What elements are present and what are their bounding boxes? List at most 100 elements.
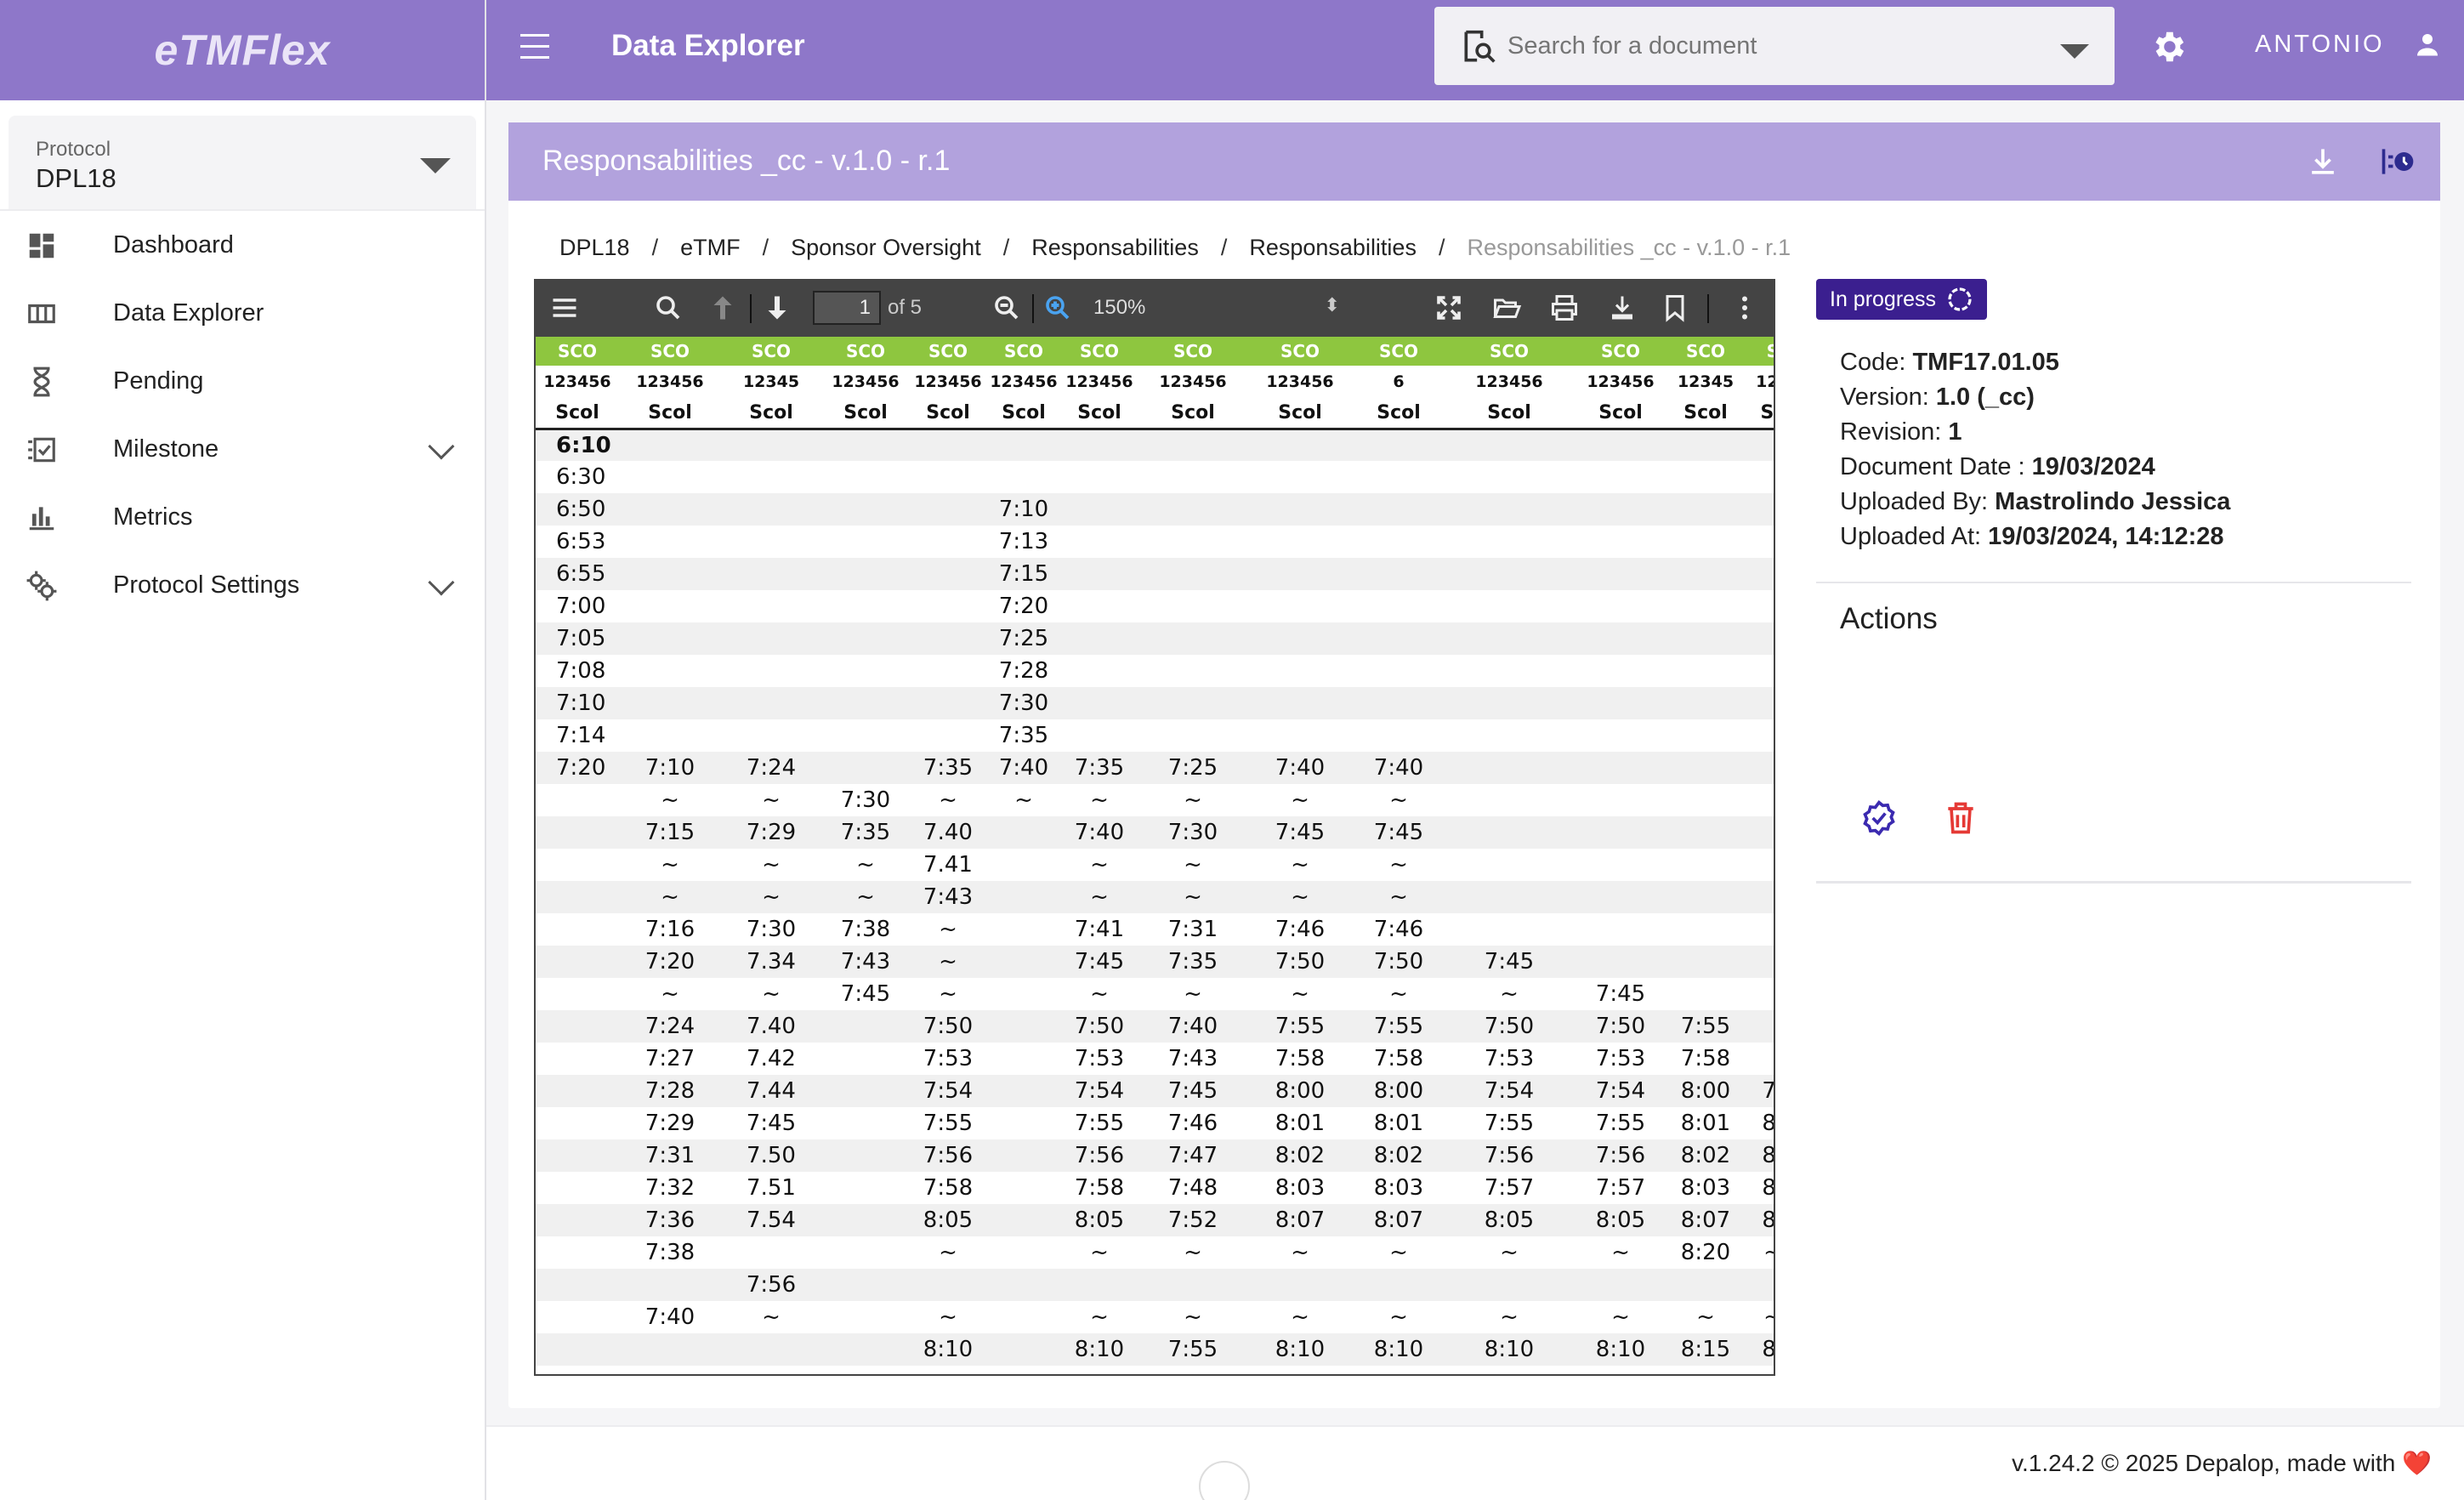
- table-cell: 8:10: [1352, 1333, 1445, 1366]
- gear-icon[interactable]: [2149, 27, 2188, 66]
- sidebar-item-label: Data Explorer: [113, 298, 264, 327]
- fullscreen-icon[interactable]: [1434, 293, 1464, 323]
- table-cell: [619, 590, 721, 622]
- breadcrumb-separator: /: [762, 235, 769, 260]
- save-icon[interactable]: [1607, 293, 1638, 323]
- breadcrumb-item[interactable]: Responsabilities: [1249, 235, 1417, 261]
- zoom-out-icon[interactable]: [991, 293, 1022, 323]
- search-icon[interactable]: [653, 293, 684, 323]
- person-icon[interactable]: [2412, 29, 2443, 60]
- table-cell: 7:16: [644, 917, 695, 942]
- table-cell: 123: [1756, 372, 1774, 391]
- breadcrumb-item[interactable]: eTMF: [680, 235, 741, 261]
- table-cell: [1668, 946, 1743, 978]
- table-cell: [1248, 558, 1352, 590]
- table-cell: [1445, 913, 1573, 946]
- dashboard-icon: [29, 233, 54, 259]
- table-cell: [1573, 590, 1668, 622]
- sidebar-item-dashboard[interactable]: Dashboard: [0, 211, 485, 279]
- table-cell: 7:13: [998, 529, 1049, 554]
- table-row: 7:24 7.40 7:50 7:50 7:40 7:55 7:55 7:50 7:50 7:55: [536, 1010, 1774, 1043]
- table-cell: 12345: [1677, 372, 1734, 391]
- table-cell: 123456: [1266, 372, 1334, 391]
- table-cell: [821, 1204, 910, 1236]
- table-cell: 8:05: [1573, 1204, 1668, 1236]
- table-cell: 7.34: [721, 946, 821, 978]
- table-cell: 7:57: [1484, 1175, 1535, 1201]
- table-row: 7:08 7:28: [536, 655, 1774, 687]
- arrow-down-icon[interactable]: [762, 293, 792, 323]
- breadcrumb-item[interactable]: DPL18: [559, 235, 630, 261]
- open-folder-icon[interactable]: [1491, 293, 1522, 323]
- document-search[interactable]: [1434, 7, 2115, 85]
- table-cell: [619, 687, 721, 719]
- milestone-icon: [28, 437, 55, 463]
- page-number-input[interactable]: [813, 291, 881, 325]
- table-cell: ~: [1184, 1304, 1202, 1330]
- table-cell: 7:10: [986, 493, 1061, 526]
- sidebar-item-metrics[interactable]: Metrics: [0, 483, 485, 551]
- menu-icon[interactable]: [520, 34, 549, 67]
- table-cell: [910, 687, 986, 719]
- zoom-select[interactable]: 150% ⬍: [1093, 291, 1348, 325]
- table-cell: 7:58: [1373, 1046, 1424, 1071]
- table-cell: ~: [1389, 1304, 1408, 1330]
- sidebar-item-data-explorer[interactable]: Data Explorer: [0, 279, 485, 347]
- table-cell: 7:58: [1680, 1046, 1731, 1071]
- bookmark-icon[interactable]: [1660, 293, 1690, 323]
- table-cell: [536, 784, 619, 816]
- sidebar-item-protocol-settings[interactable]: Protocol Settings: [0, 551, 485, 619]
- breadcrumb-item[interactable]: Responsabilities: [1031, 235, 1199, 261]
- table-cell: 8:10: [1445, 1333, 1573, 1366]
- table-cell: 7:35: [1138, 946, 1248, 978]
- sidebar-item-pending[interactable]: Pending: [0, 347, 485, 415]
- more-vertical-icon[interactable]: [1729, 293, 1760, 323]
- table-cell: 7:46: [1373, 917, 1424, 942]
- search-input[interactable]: [1507, 24, 2052, 68]
- table-cell: [1445, 849, 1573, 881]
- zoom-in-icon[interactable]: [1042, 293, 1073, 323]
- print-icon[interactable]: [1549, 293, 1580, 323]
- table-cell: 8:07: [1668, 1204, 1743, 1236]
- table-cell: ~: [1291, 852, 1309, 878]
- chevron-down-icon[interactable]: [428, 433, 455, 460]
- table-cell: Sc: [1743, 398, 1774, 430]
- table-cell: 7:08: [556, 658, 606, 684]
- table-cell: 7:57: [1595, 1175, 1646, 1201]
- breadcrumb-item[interactable]: Sponsor Oversight: [791, 235, 981, 261]
- metadata-code: Code: TMF17.01.05: [1840, 349, 2059, 376]
- table-cell: [1445, 461, 1573, 493]
- sidebar-item-milestone[interactable]: Milestone: [0, 415, 485, 483]
- table-cell: [1573, 687, 1668, 719]
- version-history-icon[interactable]: [2379, 143, 2416, 180]
- chevron-down-icon[interactable]: [428, 569, 455, 596]
- table-cell: [1668, 622, 1743, 655]
- table-cell: 6: [1393, 372, 1405, 391]
- brand-logo[interactable]: eTMFlex: [0, 0, 485, 100]
- table-cell: [1138, 1269, 1248, 1301]
- sidebar-toggle-icon[interactable]: [549, 293, 580, 323]
- verified-badge-icon[interactable]: [1860, 799, 1898, 837]
- download-icon[interactable]: [2304, 143, 2342, 180]
- table-cell: 7:28: [998, 658, 1049, 684]
- table-cell: [721, 719, 821, 752]
- table-cell: ~: [939, 787, 957, 813]
- table-cell: ~: [1184, 981, 1202, 1007]
- divider: [1816, 881, 2411, 884]
- table-cell: [1061, 558, 1138, 590]
- protocol-select[interactable]: Protocol DPL18: [9, 116, 476, 211]
- sidebar-nav: Dashboard Data Explorer Pending Mileston…: [0, 211, 485, 619]
- pdf-viewer: of 5 150% ⬍ SCOSCOSCOSCOSCOSCOSCOSCOSCOS…: [534, 279, 1775, 1376]
- table-cell: 7.40: [721, 1010, 821, 1043]
- user-name[interactable]: ANTONIO: [2255, 31, 2385, 59]
- table-cell: [1668, 493, 1743, 526]
- arrow-up-icon[interactable]: [707, 293, 738, 323]
- table-cell: [1573, 558, 1668, 590]
- chevron-down-icon[interactable]: [2060, 44, 2089, 59]
- table-cell: 7:15: [986, 558, 1061, 590]
- bar-chart-icon: [29, 507, 54, 531]
- delete-icon[interactable]: [1942, 799, 1979, 837]
- table-cell: 7:53: [1484, 1046, 1535, 1071]
- status-label: In progress: [1830, 287, 1937, 311]
- table-cell: 7:38: [840, 917, 891, 942]
